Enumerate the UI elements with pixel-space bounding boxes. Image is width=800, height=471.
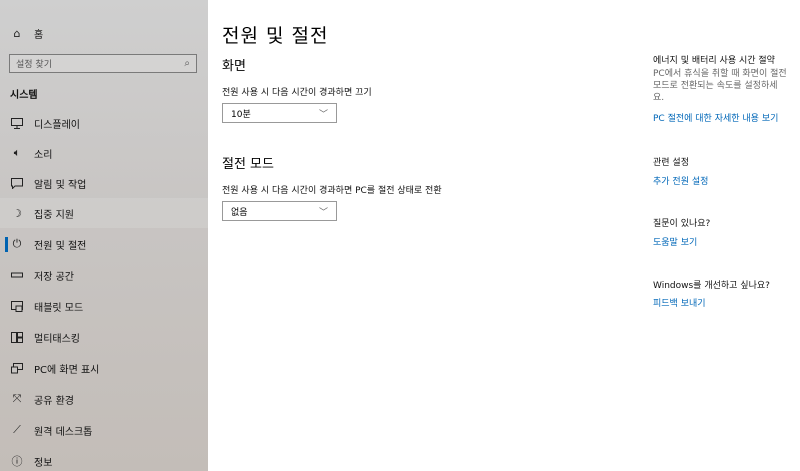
energy-text-line-1: PC에서 휴식을 취할 때 화면이 절전 <box>653 69 787 79</box>
search-icon: ⌕ <box>184 58 190 69</box>
share-icon: ⤧ <box>12 392 22 405</box>
dropdown-value: 없음 <box>231 207 248 218</box>
sidebar-item-tablet-mode[interactable]: 태블릿 모드 <box>0 291 208 321</box>
sidebar-item-home[interactable]: ⌂ 홈 <box>0 18 208 48</box>
sidebar-item-about[interactable]: ⓘ 정보 <box>0 446 208 471</box>
sidebar: ⌂ 홈 설정 찾기 ⌕ 시스템 디스플레이 🔈︎ 소리 알림 및 작업 ☽ 집중… <box>0 0 208 471</box>
storage-icon <box>10 268 24 282</box>
get-help-link[interactable]: 도움말 보기 <box>653 235 697 248</box>
info-icon: ⓘ <box>11 455 23 468</box>
sidebar-item-label: 태블릿 모드 <box>34 302 84 314</box>
section-label: 시스템 <box>10 90 38 101</box>
sidebar-item-project-to-pc[interactable]: PC에 화면 표시 <box>0 353 208 383</box>
sidebar-item-label: PC에 화면 표시 <box>34 364 100 376</box>
page-title: 전원 및 절전 <box>222 25 329 47</box>
related-panel: 에너지 및 배터리 사용 시간 절약 PC에서 휴식을 취할 때 화면이 절전 … <box>653 0 800 471</box>
screen-timeout-dropdown[interactable]: 10분 ﹀ <box>222 103 337 123</box>
monitor-icon <box>10 116 24 130</box>
sidebar-item-label: 저장 공간 <box>34 271 74 283</box>
main-content: 전원 및 절전 화면 전원 사용 시 다음 시간이 경과하면 끄기 10분 ﹀ … <box>208 0 800 471</box>
sleep-timeout-dropdown[interactable]: 없음 ﹀ <box>222 201 337 221</box>
energy-text-line-3: 요. <box>653 93 665 103</box>
question-title: 질문이 있나요? <box>653 219 711 229</box>
sidebar-item-label: 소리 <box>34 149 53 161</box>
sidebar-item-storage[interactable]: 저장 공간 <box>0 260 208 290</box>
sidebar-item-label: 공유 환경 <box>34 395 74 407</box>
search-input[interactable]: 설정 찾기 ⌕ <box>9 54 197 73</box>
sidebar-item-label: 원격 데스크톱 <box>34 426 93 438</box>
pc-sleep-info-link[interactable]: PC 절전에 대한 자세한 내용 보기 <box>653 111 778 124</box>
sidebar-item-label: 알림 및 작업 <box>34 179 87 191</box>
speaker-icon: 🔈︎ <box>13 146 21 159</box>
energy-title: 에너지 및 배터리 사용 시간 절약 <box>653 56 775 66</box>
power-icon: ⏻ <box>12 237 22 250</box>
sidebar-item-remote-desktop[interactable]: ⟋ 원격 데스크톱 <box>0 415 208 445</box>
energy-text-line-2: 모드로 전환되는 속도를 설정하세 <box>653 81 778 91</box>
sidebar-item-focus-assist[interactable]: ☽ 집중 지원 <box>0 198 208 228</box>
selected-indicator <box>5 237 8 252</box>
search-placeholder: 설정 찾기 <box>16 60 52 70</box>
sidebar-item-label: 전원 및 절전 <box>34 240 87 252</box>
sidebar-item-label: 집중 지원 <box>34 209 74 221</box>
sidebar-item-shared-experiences[interactable]: ⤧ 공유 환경 <box>0 384 208 414</box>
improve-windows-title: Windows를 개선하고 싶나요? <box>653 281 770 291</box>
notification-icon <box>10 176 24 190</box>
home-icon: ⌂ <box>13 26 21 40</box>
screen-section-title: 화면 <box>222 59 246 74</box>
multitask-icon <box>10 330 24 344</box>
sleep-timeout-label: 전원 사용 시 다음 시간이 경과하면 PC를 절전 상태로 전환 <box>222 186 442 196</box>
sidebar-item-label: 홈 <box>34 29 44 41</box>
moon-icon: ☽ <box>12 206 22 220</box>
sidebar-item-label: 디스플레이 <box>34 119 80 131</box>
chevron-down-icon: ﹀ <box>318 109 328 120</box>
screen-timeout-label: 전원 사용 시 다음 시간이 경과하면 끄기 <box>222 88 372 98</box>
sidebar-item-label: 정보 <box>34 457 53 469</box>
sidebar-item-multitasking[interactable]: 멀티태스킹 <box>0 322 208 352</box>
sidebar-item-display[interactable]: 디스플레이 <box>0 108 208 138</box>
sleep-section-title: 절전 모드 <box>222 157 274 172</box>
tablet-icon <box>10 299 24 313</box>
sidebar-item-label: 멀티태스킹 <box>34 333 80 345</box>
related-settings-title: 관련 설정 <box>653 158 689 168</box>
remote-icon: ⟋ <box>13 423 21 436</box>
give-feedback-link[interactable]: 피드백 보내기 <box>653 296 706 309</box>
sidebar-item-power-sleep[interactable]: ⏻ 전원 및 절전 <box>0 229 208 259</box>
dropdown-value: 10분 <box>231 109 251 120</box>
project-icon <box>10 361 24 375</box>
sidebar-item-notifications[interactable]: 알림 및 작업 <box>0 168 208 198</box>
additional-power-settings-link[interactable]: 추가 전원 설정 <box>653 174 708 187</box>
sidebar-item-sound[interactable]: 🔈︎ 소리 <box>0 138 208 168</box>
chevron-down-icon: ﹀ <box>318 207 328 218</box>
